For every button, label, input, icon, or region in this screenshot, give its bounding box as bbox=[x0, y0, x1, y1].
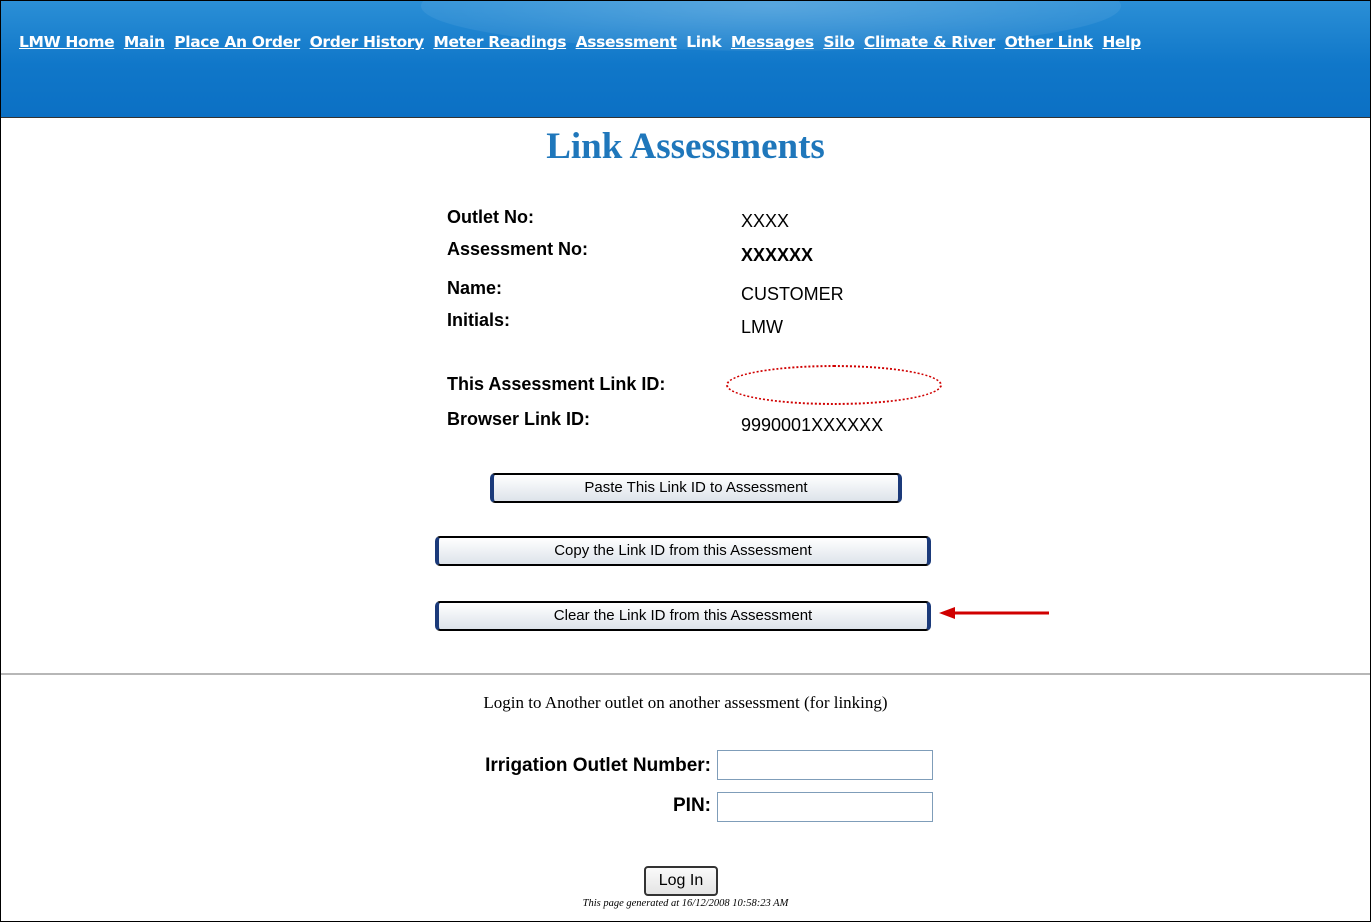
assessment-no-label: Assessment No: bbox=[447, 239, 589, 259]
browser-link-id-label: Browser Link ID: bbox=[447, 409, 591, 429]
outlet-no-value: XXXX bbox=[741, 211, 790, 231]
red-arrow-annotation-icon bbox=[939, 607, 1049, 619]
nav-main[interactable]: Main bbox=[124, 33, 165, 51]
this-assessment-link-id-label: This Assessment Link ID: bbox=[447, 374, 666, 394]
nav-silo[interactable]: Silo bbox=[823, 33, 854, 51]
nav-link: Link bbox=[686, 33, 722, 51]
nav-messages[interactable]: Messages bbox=[731, 33, 814, 51]
section-divider bbox=[1, 673, 1370, 675]
top-nav-bar: LMW Home Main Place An Order Order Histo… bbox=[1, 1, 1370, 118]
log-in-button[interactable]: Log In bbox=[644, 866, 718, 896]
irrigation-outlet-number-input[interactable] bbox=[717, 750, 933, 780]
pin-label: PIN: bbox=[673, 795, 711, 816]
name-label: Name: bbox=[447, 278, 503, 298]
copy-link-id-button[interactable]: Copy the Link ID from this Assessment bbox=[435, 536, 931, 566]
nav-lmw-home[interactable]: LMW Home bbox=[19, 33, 115, 51]
nav-other-link[interactable]: Other Link bbox=[1005, 33, 1094, 51]
nav-climate-river[interactable]: Climate & River bbox=[864, 33, 995, 51]
page-generated-timestamp: This page generated at 16/12/2008 10:58:… bbox=[582, 898, 789, 909]
paste-link-id-button[interactable]: Paste This Link ID to Assessment bbox=[490, 473, 902, 503]
clear-link-id-button[interactable]: Clear the Link ID from this Assessment bbox=[435, 601, 931, 631]
assessment-no-value: XXXXXX bbox=[741, 245, 814, 265]
page-frame: LMW Home Main Place An Order Order Histo… bbox=[0, 0, 1371, 922]
initials-label: Initials: bbox=[447, 310, 511, 330]
page-title: Link Assessments bbox=[546, 126, 825, 167]
nav-assessment[interactable]: Assessment bbox=[576, 33, 677, 51]
pin-input[interactable] bbox=[717, 792, 933, 822]
nav-menu: LMW Home Main Place An Order Order Histo… bbox=[19, 33, 1145, 51]
nav-help[interactable]: Help bbox=[1102, 33, 1141, 51]
browser-link-id-value: 9990001XXXXXX bbox=[741, 415, 884, 435]
nav-place-an-order[interactable]: Place An Order bbox=[174, 33, 300, 51]
annotation-dotted-oval bbox=[726, 365, 942, 405]
outlet-no-label: Outlet No: bbox=[447, 207, 534, 227]
name-value: CUSTOMER bbox=[741, 284, 844, 304]
initials-value: LMW bbox=[741, 317, 783, 337]
login-heading: Login to Another outlet on another asses… bbox=[483, 693, 888, 712]
nav-order-history[interactable]: Order History bbox=[310, 33, 425, 51]
nav-meter-readings[interactable]: Meter Readings bbox=[433, 33, 566, 51]
irrigation-outlet-number-label: Irrigation Outlet Number: bbox=[485, 755, 711, 776]
